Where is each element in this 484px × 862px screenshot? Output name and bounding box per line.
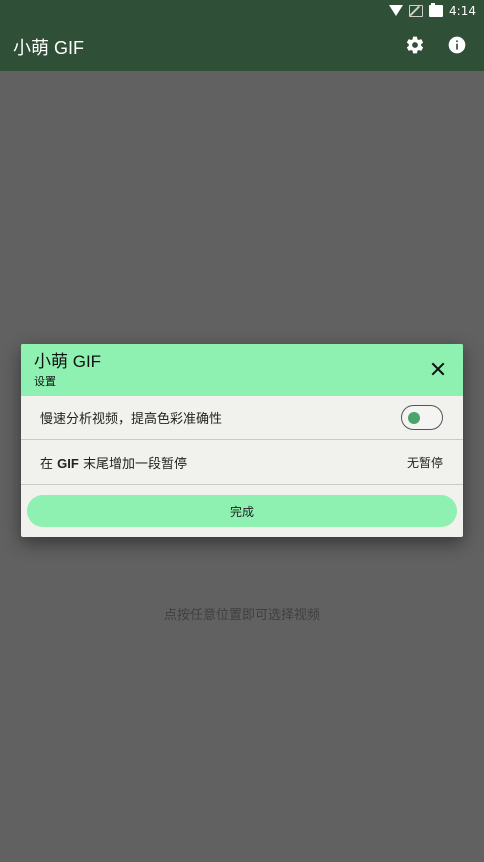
app-actions <box>404 34 468 56</box>
no-sim-icon <box>409 5 424 17</box>
close-button[interactable] <box>429 360 447 378</box>
select-video-hint: 点按任意位置即可选择视频 <box>163 608 320 623</box>
wifi-icon <box>389 5 404 17</box>
setting-end-pause[interactable]: 在 GIF 末尾增加一段暂停 无暂停 <box>21 440 463 485</box>
close-icon <box>431 362 445 376</box>
info-button[interactable] <box>446 34 468 56</box>
battery-icon <box>429 3 444 17</box>
info-icon <box>448 36 466 54</box>
dialog-header: 小萌 GIF 设置 <box>21 344 463 396</box>
setting-slow-analysis[interactable]: 慢速分析视频，提高色彩准确性 <box>21 396 463 440</box>
setting-end-pause-label: 在 GIF 末尾增加一段暂停 <box>40 455 187 472</box>
app-title: 小萌 GIF <box>13 37 84 58</box>
end-pause-value[interactable]: 无暂停 <box>407 454 443 471</box>
dialog-subtitle: 设置 <box>34 375 56 388</box>
status-time: 4:14 <box>449 4 476 18</box>
status-bar: 4:14 <box>0 0 484 22</box>
toggle-knob <box>408 411 420 424</box>
slow-analysis-toggle[interactable] <box>401 405 443 430</box>
app-bar: 小萌 GIF <box>0 22 484 71</box>
setting-slow-analysis-label: 慢速分析视频，提高色彩准确性 <box>40 412 223 427</box>
dialog-title: 小萌 GIF <box>34 352 102 371</box>
gear-icon <box>406 36 424 54</box>
done-wrap: 完成 <box>21 485 463 527</box>
settings-button[interactable] <box>404 34 426 56</box>
done-button[interactable]: 完成 <box>27 495 457 527</box>
settings-dialog: 小萌 GIF 设置 慢速分析视频，提高色彩准确性 在 GIF 末尾增加一段暂停 … <box>21 344 463 537</box>
